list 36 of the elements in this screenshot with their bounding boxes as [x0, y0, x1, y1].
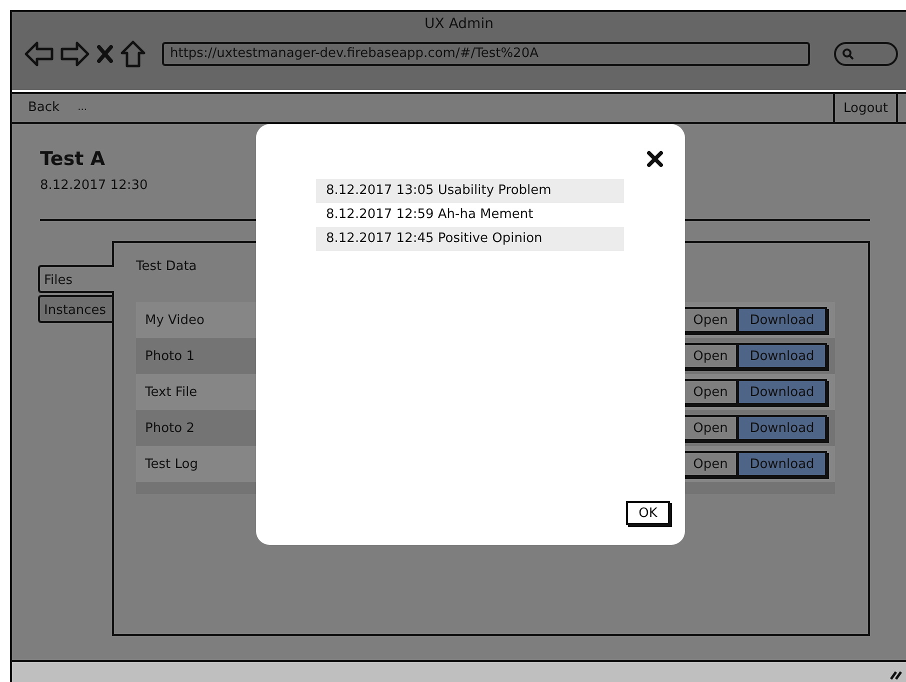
open-button[interactable]: Open	[683, 307, 737, 333]
download-button[interactable]: Download	[737, 379, 827, 405]
download-button[interactable]: Download	[737, 451, 827, 477]
file-name: Text File	[145, 384, 198, 400]
resize-grip-icon[interactable]	[890, 670, 902, 680]
download-button[interactable]: Download	[737, 307, 827, 333]
search-field[interactable]	[834, 42, 898, 66]
open-button[interactable]: Open	[683, 451, 737, 477]
open-button[interactable]: Open	[683, 379, 737, 405]
file-name: My Video	[145, 312, 206, 328]
ok-button[interactable]: OK	[626, 501, 670, 525]
file-name: Photo 2	[145, 420, 196, 436]
back-icon[interactable]	[24, 41, 54, 67]
url-field[interactable]: https://uxtestmanager-dev.firebaseapp.com/#/Test%20A	[162, 42, 810, 66]
breadcrumb-more[interactable]: ...	[60, 94, 88, 122]
logout-button[interactable]: Logout	[833, 94, 898, 122]
tab[interactable]: Files	[38, 265, 114, 293]
event-item[interactable]: 8.12.2017 12:45 Positive Opinion	[316, 227, 624, 251]
test-date: 8.12.2017 12:30	[40, 178, 148, 193]
search-icon	[842, 48, 854, 60]
tab[interactable]: Instances	[38, 295, 112, 323]
back-link[interactable]: Back	[12, 94, 60, 122]
window-title: UX Admin	[424, 15, 494, 34]
file-name: Photo 1	[145, 348, 196, 364]
home-icon[interactable]	[120, 40, 146, 68]
event-item[interactable]: 8.12.2017 13:05 Usability Problem	[316, 179, 624, 203]
forward-icon[interactable]	[60, 41, 90, 67]
open-button[interactable]: Open	[683, 343, 737, 369]
download-button[interactable]: Download	[737, 415, 827, 441]
download-button[interactable]: Download	[737, 343, 827, 369]
panel-title: Test Data	[136, 259, 198, 274]
page-title: Test A	[40, 148, 106, 170]
close-icon[interactable]	[646, 150, 664, 168]
open-button[interactable]: Open	[683, 415, 737, 441]
file-name: Test Log	[145, 456, 199, 472]
event-item[interactable]: 8.12.2017 12:59 Ah-ha Mement	[316, 203, 624, 227]
